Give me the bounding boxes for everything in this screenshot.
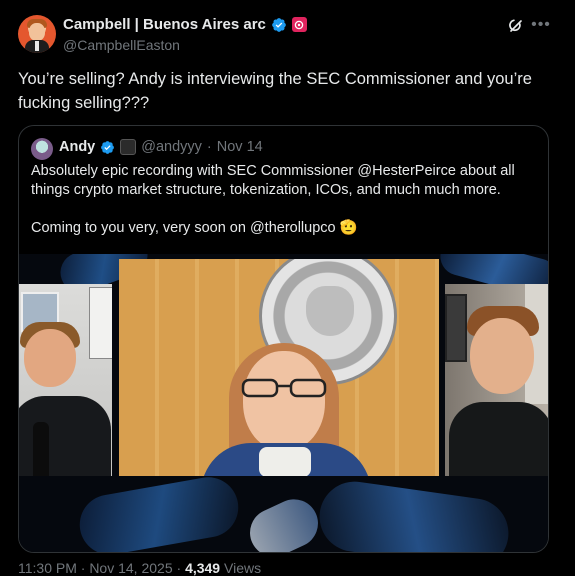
video-tile-guest [119,259,439,476]
quote-separator: · [206,139,212,155]
video-tile-right-host [445,284,548,476]
quote-text: Absolutely epic recording with SEC Commi… [31,162,536,238]
author-avatar[interactable] [18,15,56,53]
more-options-icon[interactable]: ••• [530,15,552,35]
quote-affiliate-badge-icon[interactable] [120,139,137,155]
tweet-post: Campbell | Buenos Aires arc @CampbellEas… [0,0,575,576]
verified-badge-icon[interactable] [271,17,287,33]
view-count: 4,349 [185,560,221,576]
quote-author-row: Andy @andyyy · Nov 14 [59,139,263,155]
quote-paragraph-1: Absolutely epic recording with SEC Commi… [31,163,515,198]
quote-author-avatar[interactable] [31,138,53,160]
quote-author-handle[interactable]: @andyyy [141,139,202,155]
author-display-name[interactable]: Campbell | Buenos Aires arc [63,16,266,33]
video-tile-left-host [19,284,112,476]
quote-date[interactable]: Nov 14 [217,139,263,155]
tweet-timestamp[interactable]: 11:30 PM · Nov 14, 2025 · [18,560,181,576]
grok-icon[interactable] [506,16,526,36]
quote-media-image[interactable] [19,254,548,552]
author-name-row: Campbell | Buenos Aires arc [63,16,307,33]
affiliate-badge-icon[interactable] [291,17,307,32]
quote-author-name[interactable]: Andy [59,139,95,155]
author-handle[interactable]: @CampbellEaston [63,37,180,53]
views-label: Views [224,560,262,576]
tweet-meta: 11:30 PM · Nov 14, 2025 · 4,349 Views [18,560,261,576]
quote-verified-badge-icon[interactable] [100,140,115,155]
tweet-text: You’re selling? Andy is interviewing the… [18,70,532,112]
quoted-tweet[interactable]: Andy @andyyy · Nov 14 Absolutely epic re… [18,125,549,553]
quote-paragraph-2: Coming to you very, very soon on @therol… [31,220,358,236]
